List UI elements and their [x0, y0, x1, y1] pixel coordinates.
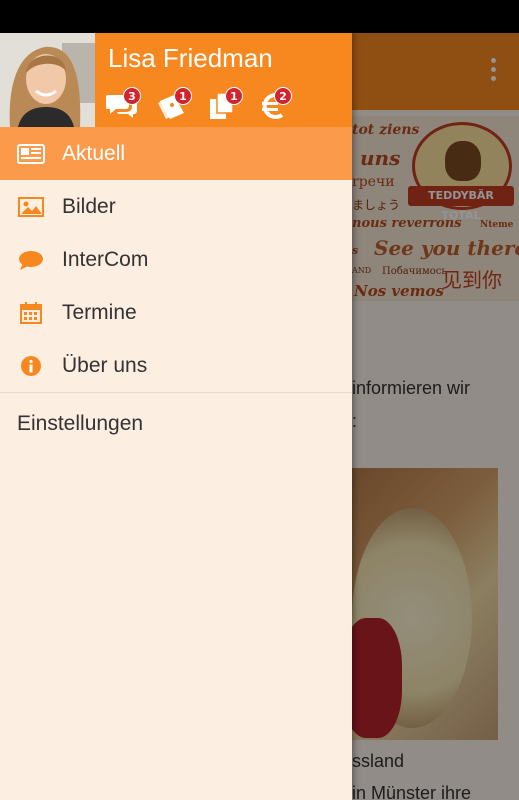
chat-bubble-icon — [0, 249, 62, 271]
menu-item-termine[interactable]: Termine — [0, 286, 352, 339]
info-icon — [0, 355, 62, 377]
menu-item-aktuell[interactable]: Aktuell — [0, 127, 352, 180]
calendar-icon — [0, 301, 62, 325]
status-bar — [0, 0, 519, 33]
tickets-icon[interactable]: 1 — [156, 87, 194, 121]
image-icon — [0, 196, 62, 218]
euro-icon[interactable]: 2 — [260, 87, 298, 121]
menu-item-bilder[interactable]: Bilder — [0, 180, 352, 233]
menu-item-label: Einstellungen — [17, 412, 144, 435]
menu-item-ueber-uns[interactable]: Über uns — [0, 339, 352, 392]
menu-item-label: Über uns — [62, 353, 148, 377]
menu-item-label: InterCom — [62, 247, 149, 271]
drawer-header: Lisa Friedman 3 1 1 2 — [0, 33, 352, 127]
documents-icon[interactable]: 1 — [208, 87, 246, 121]
drawer-menu: Aktuell Bilder InterCom Termine Über uns… — [0, 127, 352, 455]
menu-item-label: Bilder — [62, 194, 116, 218]
menu-item-intercom[interactable]: InterCom — [0, 233, 352, 286]
newspaper-icon — [0, 143, 62, 165]
avatar[interactable] — [0, 33, 95, 127]
menu-item-einstellungen[interactable]: Einstellungen — [0, 393, 352, 455]
badge: 3 — [123, 87, 141, 105]
menu-item-label: Termine — [62, 300, 137, 324]
chat-bubbles-icon[interactable]: 3 — [106, 87, 144, 121]
navigation-drawer: Lisa Friedman 3 1 1 2 Aktuell Bilder Int… — [0, 33, 352, 800]
menu-item-label: Aktuell — [62, 141, 126, 165]
badge: 1 — [174, 87, 192, 105]
badge: 2 — [274, 87, 292, 105]
user-name: Lisa Friedman — [108, 43, 273, 73]
badge: 1 — [225, 87, 243, 105]
